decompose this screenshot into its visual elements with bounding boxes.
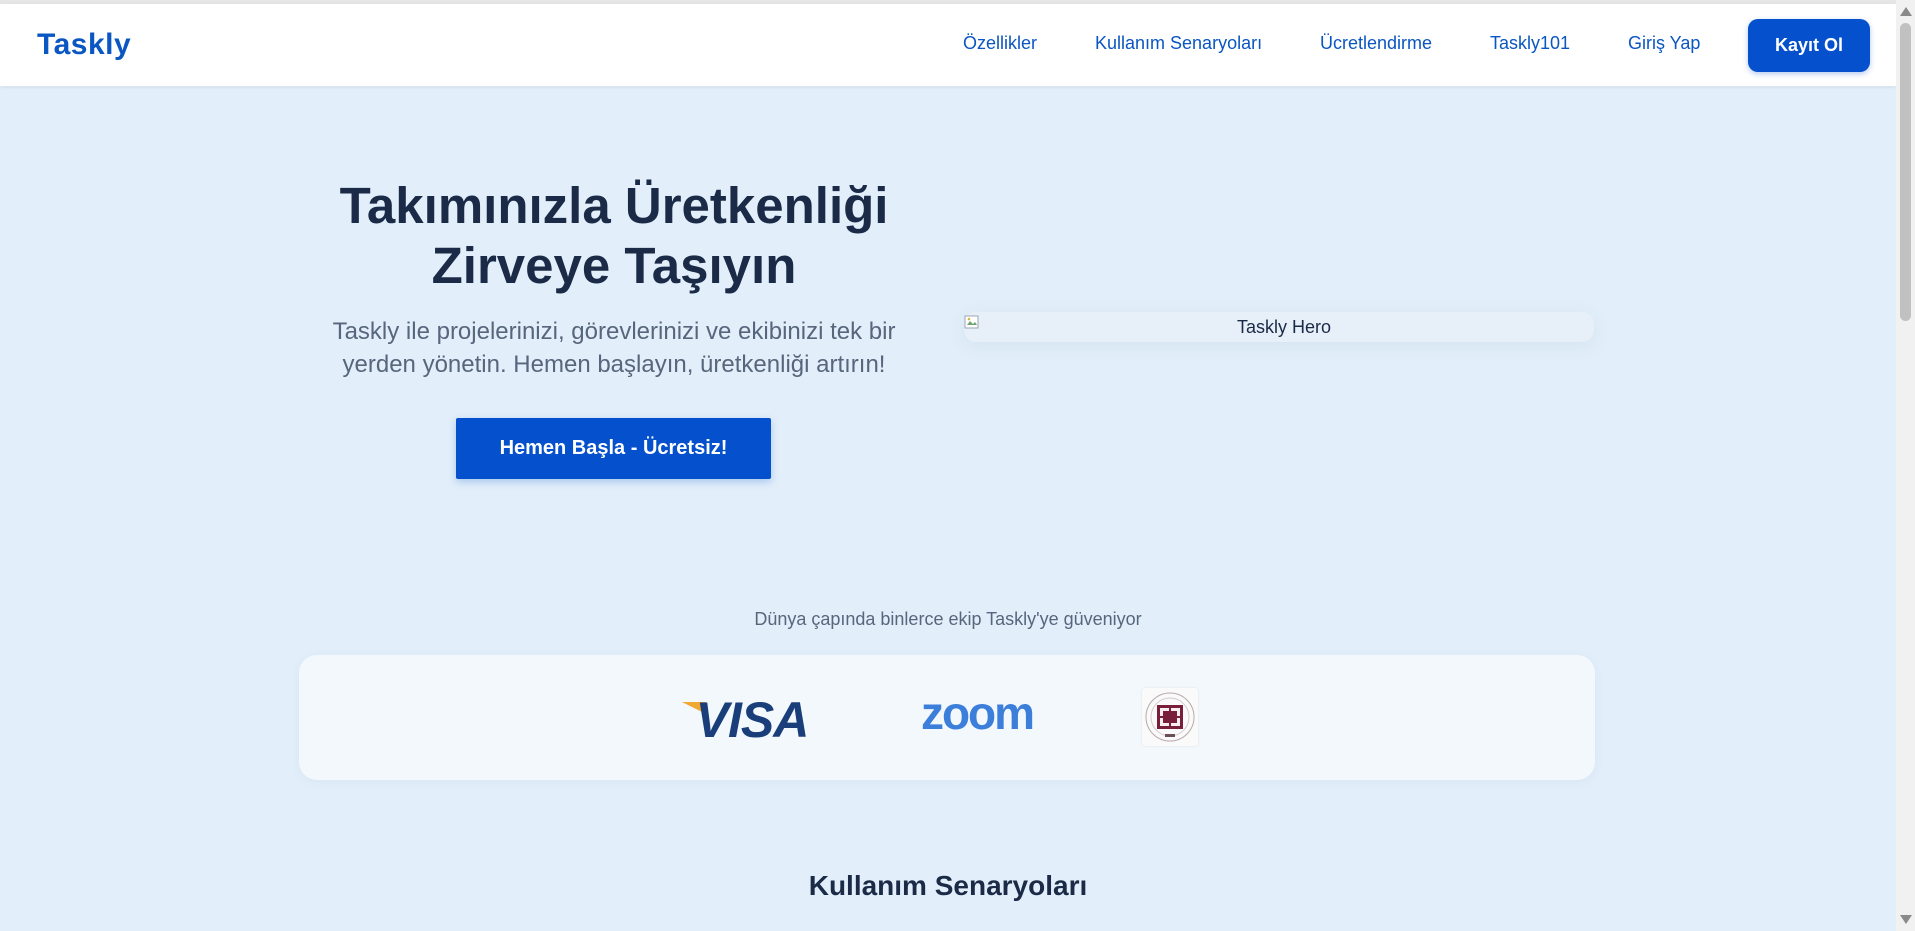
use-cases-section-title: Kullanım Senaryoları <box>808 870 1088 901</box>
nav-link-use-cases[interactable]: Kullanım Senaryoları <box>1095 33 1262 54</box>
hero-title: Takımınızla Üretkenliği Zirveye Taşıyın <box>300 176 928 296</box>
trust-text: Dünya çapında binlerce ekip Taskly'ye gü… <box>754 609 1142 629</box>
navbar: Taskly Özellikler Kullanım Senaryoları Ü… <box>0 4 1896 86</box>
hero-title-line2: Zirveye Taşıyın <box>431 237 797 294</box>
hero-subtitle: Taskly ile projelerinizi, görevlerinizi … <box>312 315 916 381</box>
nav-link-login[interactable]: Giriş Yap <box>1628 33 1700 54</box>
scrollbar-thumb[interactable] <box>1900 23 1911 321</box>
partner-logos-card: VISA zoom <box>299 655 1595 780</box>
zoom-logo: zoom <box>921 696 1035 736</box>
hero-title-line1: Takımınızla Üretkenliği <box>339 177 889 234</box>
scroll-down-arrow-icon[interactable] <box>1900 915 1912 924</box>
nav-link-taskly101[interactable]: Taskly101 <box>1490 33 1570 54</box>
hero-subtitle-line1: Taskly ile projelerinizi, görevlerinizi … <box>332 318 896 345</box>
university-seal-logo <box>1142 688 1198 746</box>
brand-logo[interactable]: Taskly <box>37 28 131 62</box>
visa-logo-text: VISA <box>696 695 809 741</box>
signup-button[interactable]: Kayıt Ol <box>1748 19 1870 72</box>
zoom-logo-text: zoom <box>921 696 1033 736</box>
get-started-button[interactable]: Hemen Başla - Ücretsiz! <box>456 418 771 479</box>
scroll-up-arrow-icon[interactable] <box>1900 7 1912 16</box>
hero-image-alt-text: Taskly Hero <box>1236 317 1332 337</box>
vertical-scrollbar[interactable] <box>1896 0 1915 931</box>
visa-logo: VISA <box>682 695 809 741</box>
hero-image: Taskly Hero <box>964 312 1594 342</box>
nav-link-features[interactable]: Özellikler <box>963 33 1037 54</box>
nav-link-pricing[interactable]: Ücretlendirme <box>1320 33 1432 54</box>
hero-subtitle-line2: yerden yönetin. Hemen başlayın, üretkenl… <box>342 351 886 378</box>
university-seal-icon <box>1145 692 1195 742</box>
